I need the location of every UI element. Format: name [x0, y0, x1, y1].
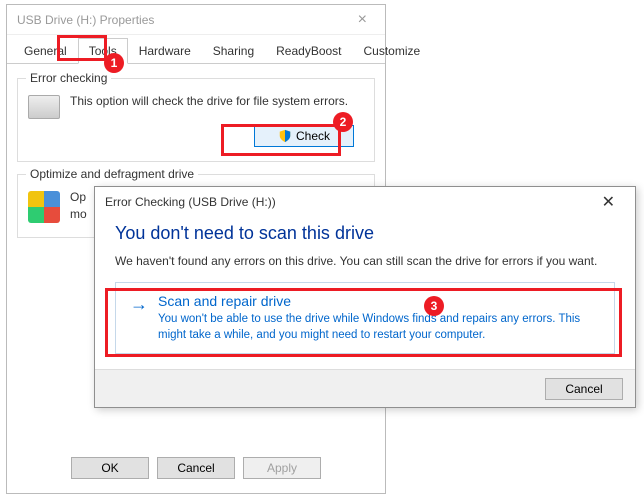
ok-button[interactable]: OK — [71, 457, 149, 479]
dialog-body: You don't need to scan this drive We hav… — [95, 217, 635, 354]
error-checking-desc: This option will check the drive for fil… — [70, 93, 364, 110]
dialog-title: Error Checking (USB Drive (H:)) — [105, 195, 592, 209]
shield-icon — [278, 129, 292, 143]
optimize-icon — [28, 191, 60, 223]
group-title: Error checking — [26, 71, 111, 85]
arrow-right-icon: → — [130, 295, 148, 343]
dialog-buttons: OK Cancel Apply — [7, 457, 385, 479]
cancel-button[interactable]: Cancel — [545, 378, 623, 400]
tabs-bar: General Tools Hardware Sharing ReadyBoos… — [7, 35, 385, 64]
tab-readyboost[interactable]: ReadyBoost — [265, 38, 352, 64]
close-icon[interactable]: ✕ — [592, 188, 625, 216]
error-checking-group: Error checking This option will check th… — [17, 78, 375, 162]
check-button[interactable]: Check — [254, 125, 354, 147]
tab-customize[interactable]: Customize — [353, 38, 432, 64]
window-title: USB Drive (H:) Properties — [17, 13, 350, 27]
dialog-subtext: We haven't found any errors on this driv… — [115, 254, 615, 268]
scan-option-desc: You won't be able to use the drive while… — [158, 311, 600, 343]
tab-tools[interactable]: Tools — [78, 38, 128, 64]
dialog-titlebar: Error Checking (USB Drive (H:)) ✕ — [95, 187, 635, 217]
cancel-button[interactable]: Cancel — [157, 457, 235, 479]
close-icon[interactable]: × — [350, 11, 375, 29]
drive-icon — [28, 95, 60, 119]
check-button-label: Check — [296, 129, 330, 143]
scan-option-title: Scan and repair drive — [158, 293, 600, 309]
titlebar: USB Drive (H:) Properties × — [7, 5, 385, 35]
tab-hardware[interactable]: Hardware — [128, 38, 202, 64]
tab-general[interactable]: General — [13, 38, 78, 64]
scan-repair-option[interactable]: → Scan and repair drive You won't be abl… — [115, 282, 615, 354]
dialog-footer: Cancel — [95, 369, 635, 407]
tab-sharing[interactable]: Sharing — [202, 38, 265, 64]
dialog-headline: You don't need to scan this drive — [115, 223, 615, 244]
apply-button: Apply — [243, 457, 321, 479]
error-checking-dialog: Error Checking (USB Drive (H:)) ✕ You do… — [94, 186, 636, 408]
group-title: Optimize and defragment drive — [26, 167, 198, 181]
